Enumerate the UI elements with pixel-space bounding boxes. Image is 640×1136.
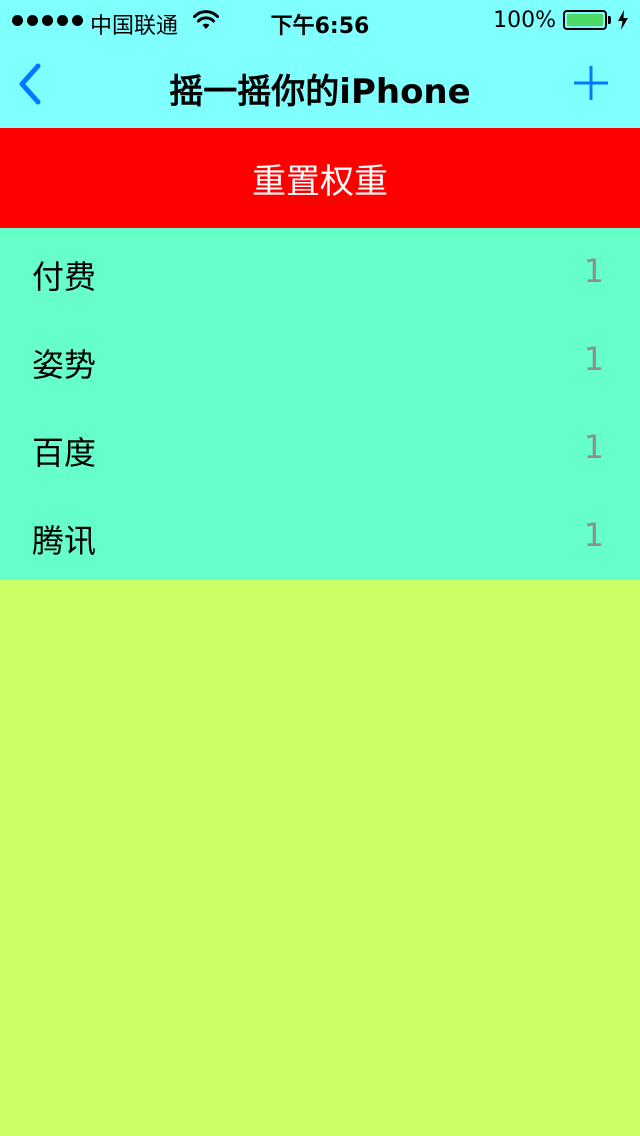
row-weight-value: 1: [583, 340, 604, 378]
table-row[interactable]: 付费 1: [0, 228, 640, 316]
row-label: 付费: [32, 258, 97, 296]
row-separator: [32, 579, 640, 580]
table-row[interactable]: 腾讯 1: [0, 492, 640, 580]
status-bar: 中国联通 下午6:56 100%: [0, 0, 640, 40]
row-weight-value: 1: [583, 252, 604, 290]
top-bar: 中国联通 下午6:56 100% 摇一摇你的iPhone: [0, 0, 640, 128]
screen: 中国联通 下午6:56 100% 摇一摇你的iPhone 重置权重 付费 1 姿…: [0, 0, 640, 1136]
row-label: 姿势: [32, 346, 97, 384]
table-row[interactable]: 百度 1: [0, 404, 640, 492]
table-row[interactable]: 姿势 1: [0, 316, 640, 404]
navigation-bar: 摇一摇你的iPhone: [0, 40, 640, 128]
reset-weights-button[interactable]: 重置权重: [0, 128, 640, 228]
options-table: 付费 1 姿势 1 百度 1 腾讯 1: [0, 228, 640, 580]
battery-icon: [563, 10, 607, 30]
add-button[interactable]: [566, 58, 616, 108]
row-weight-value: 1: [583, 516, 604, 554]
row-label: 百度: [32, 434, 97, 472]
chevron-left-icon: [19, 63, 41, 105]
battery-fill: [567, 14, 603, 26]
back-button[interactable]: [8, 58, 58, 114]
reset-weights-label: 重置权重: [252, 161, 388, 202]
row-label: 腾讯: [32, 522, 97, 560]
page-title: 摇一摇你的iPhone: [169, 72, 471, 112]
battery-percentage: 100%: [493, 8, 556, 33]
row-weight-value: 1: [583, 428, 604, 466]
charging-bolt-icon: [618, 10, 628, 30]
plus-icon: [574, 66, 608, 100]
battery-tip: [608, 16, 611, 24]
